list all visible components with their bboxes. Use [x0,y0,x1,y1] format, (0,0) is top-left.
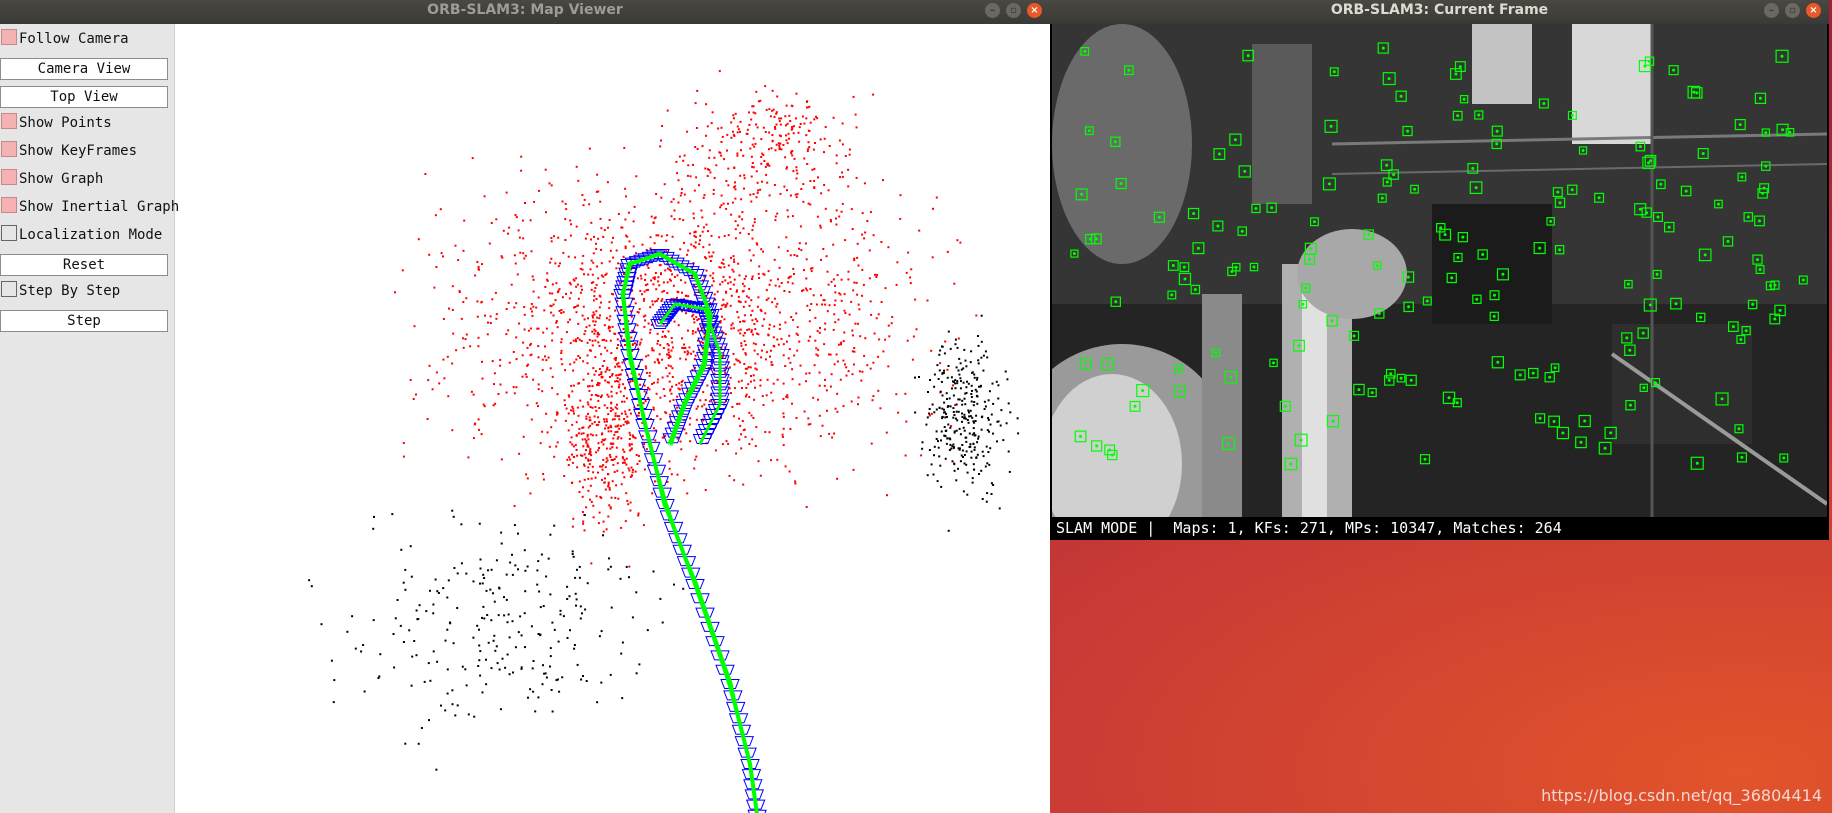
trajectory-graph [613,249,767,813]
minimize-icon[interactable]: – [1764,3,1779,18]
top-view-button[interactable]: Top View [0,86,168,108]
step-button[interactable]: Step [0,310,168,332]
checkbox-show-points[interactable]: Show Points [0,113,112,133]
checkbox-label: Step By Step [19,283,121,299]
checkbox-box[interactable] [1,29,17,45]
checkbox-label: Follow Camera [19,31,129,47]
minimize-icon[interactable]: – [985,3,1000,18]
checkbox-show-inertial-graph[interactable]: Show Inertial Graph [0,197,179,217]
close-icon[interactable]: × [1027,3,1042,18]
checkbox-box[interactable] [1,141,17,157]
maximize-icon[interactable]: ▫ [1006,3,1021,18]
checkbox-label: Show Points [19,115,112,131]
control-panel: Follow Camera Camera View Top View Show Poi… [0,24,179,813]
watermark: https://blog.csdn.net/qq_36804414 [1541,786,1822,805]
checkbox-box[interactable] [1,225,17,241]
checkbox-step-by-step[interactable]: Step By Step [0,281,120,301]
map-viewer-title: ORB-SLAM3: Map Viewer [427,2,623,18]
status-bar: SLAM MODE | Maps: 1, KFs: 271, MPs: 1034… [1050,517,1829,540]
checkbox-label: Show Graph [19,171,104,187]
reset-button[interactable]: Reset [0,254,168,276]
checkbox-show-graph[interactable]: Show Graph [0,169,103,189]
checkbox-follow-camera[interactable]: Follow Camera [0,29,129,49]
checkbox-label: Show KeyFrames [19,143,138,159]
checkbox-label: Localization Mode [19,227,163,243]
camera-frame-image [1052,24,1827,517]
checkbox-box[interactable] [1,281,17,297]
current-frame-window: ORB-SLAM3: Current Frame – ▫ × SLAM MODE… [1050,0,1829,540]
checkbox-box[interactable] [1,197,17,213]
map-viewer-window: ORB-SLAM3: Map Viewer – ▫ × Follow Camer… [0,0,1050,813]
current-frame-titlebar[interactable]: ORB-SLAM3: Current Frame – ▫ × [1050,0,1829,24]
current-frame-title: ORB-SLAM3: Current Frame [1330,2,1549,18]
close-icon[interactable]: × [1806,3,1821,18]
checkbox-box[interactable] [1,113,17,129]
frame-features [1052,24,1827,517]
checkbox-box[interactable] [1,169,17,185]
checkbox-show-keyframes[interactable]: Show KeyFrames [0,141,137,161]
map-3d-view[interactable] [175,24,1050,813]
maximize-icon[interactable]: ▫ [1785,3,1800,18]
camera-view-button[interactable]: Camera View [0,58,168,80]
checkbox-localization-mode[interactable]: Localization Mode [0,225,162,245]
checkbox-label: Show Inertial Graph [19,199,180,215]
map-viewer-titlebar[interactable]: ORB-SLAM3: Map Viewer – ▫ × [0,0,1050,24]
